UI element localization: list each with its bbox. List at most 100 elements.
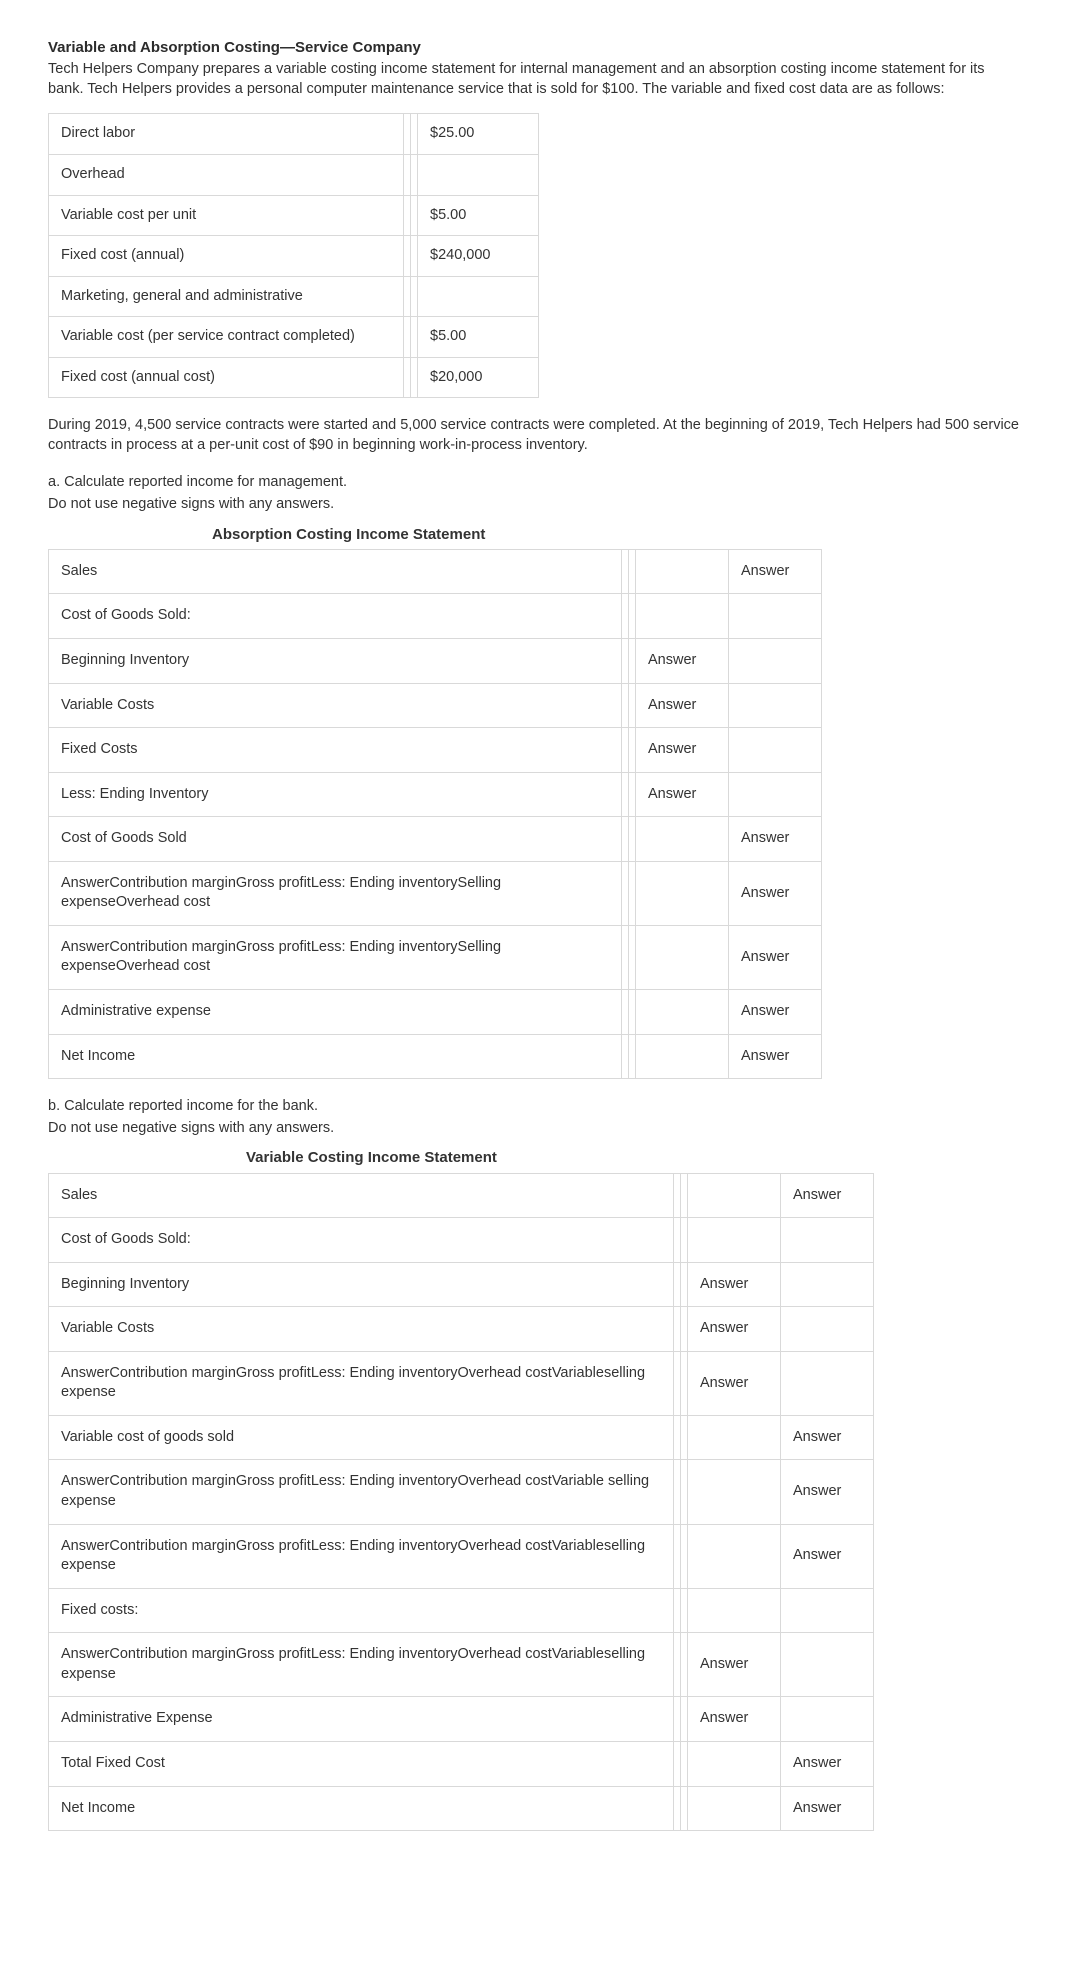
problem-intro: Tech Helpers Company prepares a variable… bbox=[48, 60, 1020, 99]
stmt-row: Administrative Expense Answer bbox=[49, 1697, 874, 1742]
answer-field[interactable]: Answer bbox=[729, 817, 822, 862]
answer-field[interactable]: Answer bbox=[729, 549, 822, 594]
cost-label: Fixed cost (annual cost) bbox=[49, 357, 404, 398]
spacer bbox=[629, 861, 636, 925]
stmt-label: Less: Ending Inventory bbox=[49, 772, 622, 817]
answer-field bbox=[781, 1218, 874, 1263]
spacer bbox=[622, 861, 629, 925]
spacer bbox=[674, 1524, 681, 1588]
stmt-row: AnswerContribution marginGross profitLes… bbox=[49, 1351, 874, 1415]
answer-field bbox=[729, 594, 822, 639]
stmt-row: Net Income Answer bbox=[49, 1786, 874, 1831]
answer-field[interactable]: Answer bbox=[781, 1786, 874, 1831]
answer-field[interactable]: Answer bbox=[781, 1741, 874, 1786]
answer-field bbox=[636, 990, 729, 1035]
spacer bbox=[674, 1460, 681, 1524]
spacer bbox=[681, 1588, 688, 1633]
problem-title: Variable and Absorption Costing—Service … bbox=[48, 38, 1020, 58]
cost-value bbox=[418, 154, 539, 195]
answer-field[interactable]: Answer bbox=[688, 1633, 781, 1697]
stmt-label: AnswerContribution marginGross profitLes… bbox=[49, 1460, 674, 1524]
spacer bbox=[674, 1218, 681, 1263]
stmt-label: Sales bbox=[49, 549, 622, 594]
cost-label: Variable cost per unit bbox=[49, 195, 404, 236]
spacer bbox=[404, 276, 411, 317]
spacer bbox=[622, 638, 629, 683]
stmt-row: Cost of Goods SoldAnswer bbox=[49, 817, 822, 862]
answer-field bbox=[688, 1218, 781, 1263]
cost-label: Marketing, general and administrative bbox=[49, 276, 404, 317]
stmt-label: Cost of Goods Sold: bbox=[49, 594, 622, 639]
stmt-label: Beginning Inventory bbox=[49, 638, 622, 683]
spacer bbox=[681, 1697, 688, 1742]
stmt-label: Variable cost of goods sold bbox=[49, 1415, 674, 1460]
cost-value: $240,000 bbox=[418, 236, 539, 277]
answer-field[interactable]: Answer bbox=[636, 772, 729, 817]
answer-field[interactable]: Answer bbox=[781, 1415, 874, 1460]
answer-field[interactable]: Answer bbox=[688, 1697, 781, 1742]
stmt-row: SalesAnswer bbox=[49, 1173, 874, 1218]
answer-field[interactable]: Answer bbox=[729, 925, 822, 989]
spacer bbox=[674, 1262, 681, 1307]
spacer bbox=[622, 594, 629, 639]
cost-value: $25.00 bbox=[418, 114, 539, 155]
answer-field bbox=[636, 1034, 729, 1079]
spacer bbox=[404, 317, 411, 358]
problem-page: Variable and Absorption Costing—Service … bbox=[0, 0, 1068, 1969]
spacer bbox=[629, 817, 636, 862]
spacer bbox=[404, 114, 411, 155]
spacer bbox=[681, 1633, 688, 1697]
spacer bbox=[674, 1173, 681, 1218]
answer-field bbox=[636, 594, 729, 639]
answer-field bbox=[688, 1460, 781, 1524]
cost-value: $20,000 bbox=[418, 357, 539, 398]
stmt-row: Administrative expenseAnswer bbox=[49, 990, 822, 1035]
spacer bbox=[681, 1415, 688, 1460]
stmt-label: Fixed costs: bbox=[49, 1588, 674, 1633]
spacer bbox=[674, 1351, 681, 1415]
spacer bbox=[674, 1697, 681, 1742]
spacer bbox=[629, 638, 636, 683]
spacer bbox=[411, 276, 418, 317]
answer-field bbox=[729, 683, 822, 728]
part-a-heading: a. Calculate reported income for managem… bbox=[48, 473, 1020, 493]
answer-field bbox=[781, 1697, 874, 1742]
spacer bbox=[681, 1218, 688, 1263]
cost-data-table: Direct labor$25.00OverheadVariable cost … bbox=[48, 113, 539, 398]
spacer bbox=[404, 154, 411, 195]
answer-field[interactable]: Answer bbox=[688, 1307, 781, 1352]
spacer bbox=[674, 1633, 681, 1697]
stmt-row: Sales Answer bbox=[49, 549, 822, 594]
answer-field[interactable]: Answer bbox=[688, 1351, 781, 1415]
answer-field bbox=[636, 925, 729, 989]
spacer bbox=[681, 1741, 688, 1786]
spacer bbox=[681, 1173, 688, 1218]
answer-field bbox=[636, 549, 729, 594]
spacer bbox=[622, 925, 629, 989]
answer-field[interactable]: Answer bbox=[781, 1173, 874, 1218]
answer-field[interactable]: Answer bbox=[636, 683, 729, 728]
spacer bbox=[674, 1786, 681, 1831]
spacer bbox=[629, 549, 636, 594]
spacer bbox=[629, 1034, 636, 1079]
answer-field bbox=[688, 1741, 781, 1786]
stmt-label: Administrative Expense bbox=[49, 1697, 674, 1742]
answer-field[interactable]: Answer bbox=[688, 1262, 781, 1307]
stmt-label: Net Income bbox=[49, 1786, 674, 1831]
answer-field[interactable]: Answer bbox=[636, 638, 729, 683]
stmt-label: Cost of Goods Sold: bbox=[49, 1218, 674, 1263]
answer-field bbox=[688, 1786, 781, 1831]
part-b-note: Do not use negative signs with any answe… bbox=[48, 1119, 1020, 1139]
answer-field bbox=[688, 1173, 781, 1218]
spacer bbox=[629, 683, 636, 728]
stmt-label: Beginning Inventory bbox=[49, 1262, 674, 1307]
answer-field[interactable]: Answer bbox=[781, 1460, 874, 1524]
answer-field[interactable]: Answer bbox=[729, 1034, 822, 1079]
spacer bbox=[629, 728, 636, 773]
answer-field[interactable]: Answer bbox=[729, 861, 822, 925]
answer-field[interactable]: Answer bbox=[636, 728, 729, 773]
stmt-row: AnswerContribution marginGross profitLes… bbox=[49, 1460, 874, 1524]
answer-field[interactable]: Answer bbox=[729, 990, 822, 1035]
stmt-label: Total Fixed Cost bbox=[49, 1741, 674, 1786]
answer-field[interactable]: Answer bbox=[781, 1524, 874, 1588]
